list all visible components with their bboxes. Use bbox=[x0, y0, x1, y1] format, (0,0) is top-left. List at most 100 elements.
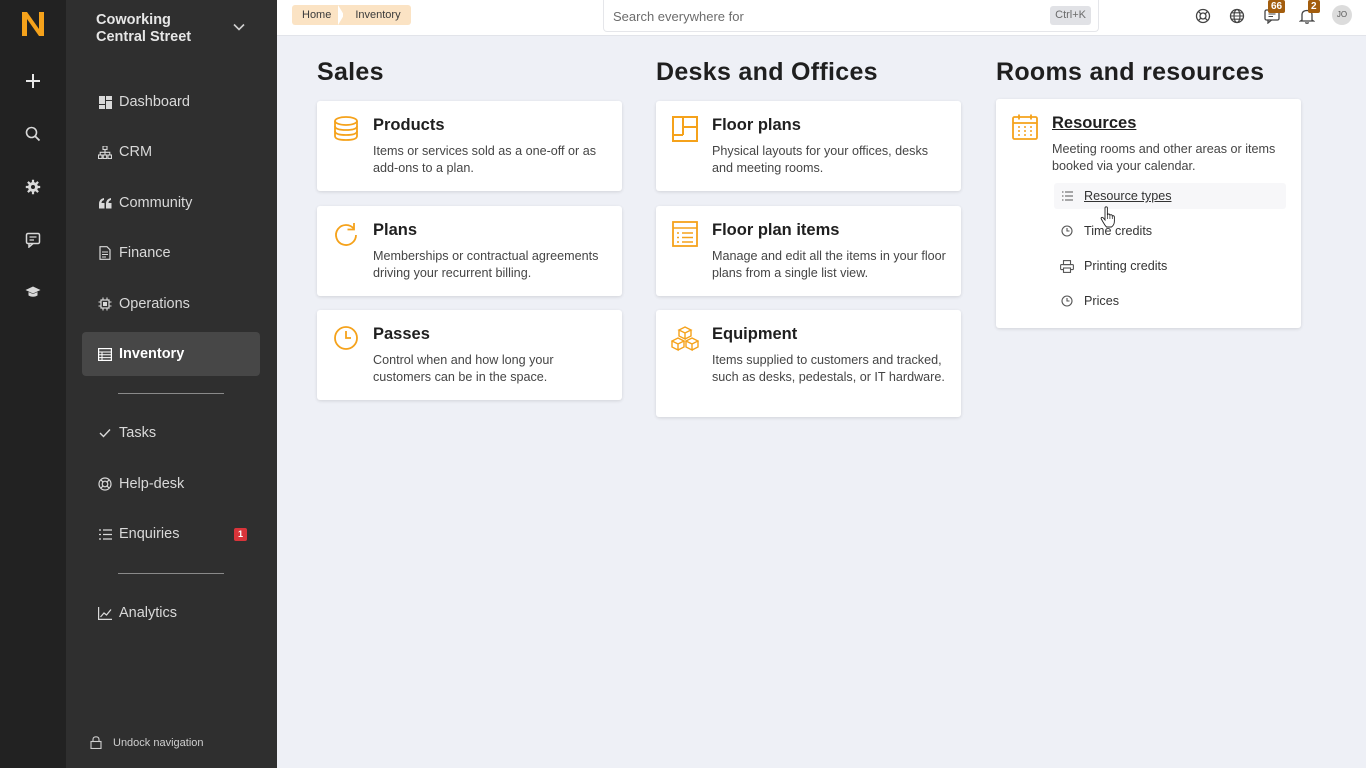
sidebar-item-label: Help-desk bbox=[119, 476, 185, 492]
section-title-desks-and-offices: Desks and Offices bbox=[656, 58, 878, 86]
card-description: Manage and edit all the items in your fl… bbox=[712, 249, 946, 280]
sidebar-item-finance[interactable]: Finance bbox=[82, 231, 260, 275]
floor-plan-icon bbox=[672, 116, 698, 142]
plus-icon[interactable] bbox=[21, 69, 45, 93]
link-printing-credits[interactable]: Printing credits bbox=[1054, 253, 1286, 279]
sidebar-item-label: Analytics bbox=[119, 605, 178, 621]
card-title: Floor plans bbox=[712, 116, 801, 134]
search-input[interactable] bbox=[613, 6, 1033, 26]
card-floor-plan-items[interactable]: Floor plan items Manage and edit all the… bbox=[656, 206, 961, 296]
sidebar-item-crm[interactable]: CRM bbox=[82, 130, 260, 174]
link-prices[interactable]: Prices bbox=[1054, 288, 1286, 314]
quote-icon bbox=[98, 196, 112, 210]
link-label: Prices bbox=[1084, 294, 1119, 308]
chip-icon bbox=[98, 297, 112, 311]
sidebar-item-analytics[interactable]: Analytics bbox=[82, 591, 260, 635]
sidebar-divider bbox=[118, 573, 224, 574]
breadcrumb-inventory[interactable]: Inventory bbox=[343, 5, 411, 25]
database-icon bbox=[334, 116, 358, 141]
chat-icon[interactable] bbox=[21, 228, 45, 252]
card-description: Control when and how long your customers… bbox=[373, 353, 554, 384]
lifebuoy-icon[interactable] bbox=[1193, 6, 1213, 26]
undock-label: Undock navigation bbox=[113, 736, 204, 749]
sidebar-item-inventory[interactable]: Inventory bbox=[82, 332, 260, 376]
nexudus-logo[interactable] bbox=[20, 10, 46, 38]
sidebar-item-label: Community bbox=[119, 195, 193, 211]
refresh-icon bbox=[335, 223, 357, 246]
card-description: Memberships or contractual agreements dr… bbox=[373, 249, 599, 280]
dashboard-icon bbox=[98, 95, 112, 109]
clock-icon bbox=[1060, 294, 1074, 308]
workspace-switcher[interactable]: Coworking Central Street bbox=[96, 12, 246, 46]
section-title-rooms-and-resources: Rooms and resources bbox=[996, 58, 1265, 86]
card-resources: Resources Meeting rooms and other areas … bbox=[996, 99, 1301, 328]
workspace-name-line1: Coworking bbox=[96, 12, 171, 28]
card-description: Physical layouts for your offices, desks… bbox=[712, 144, 929, 175]
avatar[interactable]: JO bbox=[1332, 5, 1352, 25]
sidebar-item-label: Inventory bbox=[119, 346, 185, 362]
sidebar-item-operations[interactable]: Operations bbox=[82, 282, 260, 326]
section-title-sales: Sales bbox=[317, 58, 384, 86]
resources-link[interactable]: Resources bbox=[1052, 114, 1136, 133]
sidebar-item-tasks[interactable]: Tasks bbox=[82, 411, 260, 455]
sidebar-item-help-desk[interactable]: Help-desk bbox=[82, 462, 260, 506]
card-title: Plans bbox=[373, 221, 418, 239]
clock-icon bbox=[334, 326, 358, 350]
boxes-icon bbox=[671, 326, 699, 352]
link-label: Time credits bbox=[1084, 224, 1153, 238]
lock-icon bbox=[90, 736, 102, 749]
card-title: Equipment bbox=[712, 325, 798, 343]
app-rail bbox=[0, 0, 66, 768]
sidebar-divider bbox=[118, 393, 224, 394]
sidebar-item-community[interactable]: Community bbox=[82, 181, 260, 225]
check-icon bbox=[98, 426, 112, 440]
card-passes[interactable]: Passes Control when and how long your cu… bbox=[317, 310, 622, 400]
search-shortcut-hint: Ctrl+K bbox=[1050, 6, 1091, 25]
card-title: Floor plan items bbox=[712, 221, 840, 239]
messages-count-badge: 66 bbox=[1268, 0, 1286, 13]
sidebar-item-dashboard[interactable]: Dashboard bbox=[82, 80, 260, 124]
table-icon bbox=[98, 347, 112, 361]
card-title: Passes bbox=[373, 325, 430, 343]
workspace-name-line2: Central Street bbox=[96, 29, 192, 45]
notifications-count-badge: 2 bbox=[1308, 0, 1320, 13]
global-search: Ctrl+K bbox=[603, 0, 1099, 32]
top-bar: Home Inventory Ctrl+K 66 2 JO bbox=[277, 0, 1366, 36]
card-description: Meeting rooms and other areas or items b… bbox=[1052, 142, 1276, 173]
calendar-icon bbox=[1012, 114, 1038, 140]
clock-icon bbox=[1060, 224, 1074, 238]
sidebar-item-enquiries[interactable]: Enquiries 1 bbox=[82, 512, 260, 556]
document-icon bbox=[98, 246, 112, 260]
sidebar-item-label: Dashboard bbox=[119, 94, 190, 110]
messages-button[interactable]: 66 bbox=[1262, 0, 1286, 26]
link-resource-types[interactable]: Resource types bbox=[1054, 183, 1286, 209]
graduation-cap-icon[interactable] bbox=[21, 280, 45, 304]
list-icon bbox=[1060, 189, 1074, 203]
link-label: Printing credits bbox=[1084, 259, 1168, 273]
breadcrumb: Home Inventory bbox=[292, 5, 411, 25]
notifications-button[interactable]: 2 bbox=[1297, 0, 1320, 26]
chevron-down-icon[interactable] bbox=[232, 20, 246, 34]
sidebar-item-label: Tasks bbox=[119, 425, 157, 441]
list-table-icon bbox=[672, 221, 698, 247]
breadcrumb-home[interactable]: Home bbox=[292, 5, 345, 25]
search-icon[interactable] bbox=[21, 122, 45, 146]
card-title: Products bbox=[373, 116, 445, 134]
sidebar: Coworking Central Street Dashboard CRM C… bbox=[66, 0, 277, 768]
gear-icon[interactable] bbox=[21, 175, 45, 199]
chart-icon bbox=[98, 606, 112, 620]
link-time-credits[interactable]: Time credits bbox=[1054, 218, 1286, 244]
card-products[interactable]: Products Items or services sold as a one… bbox=[317, 101, 622, 191]
lifebuoy-icon bbox=[98, 477, 112, 491]
sidebar-item-label: Finance bbox=[119, 245, 171, 261]
undock-navigation-button[interactable]: Undock navigation bbox=[90, 736, 204, 749]
card-floor-plans[interactable]: Floor plans Physical layouts for your of… bbox=[656, 101, 961, 191]
sitemap-icon bbox=[98, 145, 112, 159]
card-plans[interactable]: Plans Memberships or contractual agreeme… bbox=[317, 206, 622, 296]
card-equipment[interactable]: Equipment Items supplied to customers an… bbox=[656, 310, 961, 417]
sidebar-item-label: Operations bbox=[119, 296, 190, 312]
printer-icon bbox=[1060, 259, 1074, 273]
list-icon bbox=[98, 527, 112, 541]
sidebar-item-label: CRM bbox=[119, 144, 153, 160]
globe-icon[interactable] bbox=[1227, 6, 1247, 26]
